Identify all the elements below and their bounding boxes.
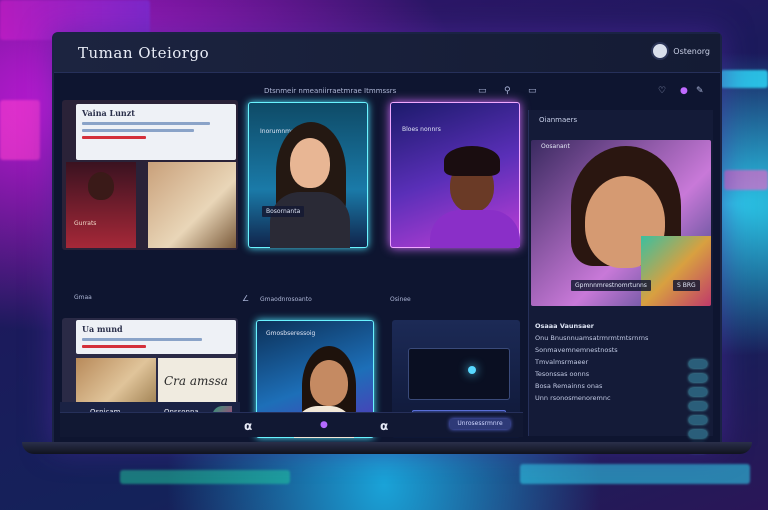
name-tag: Bosornanta xyxy=(262,206,305,217)
toolbar-text: Dtsnmeir nmeaniirraetmrae Itmmssrs xyxy=(264,87,397,95)
laptop-screen: Tuman Oteiorgo Ostenorg Dtsnmeir nmeanii… xyxy=(52,32,722,452)
toggle-icon[interactable] xyxy=(689,416,707,424)
thumbnail xyxy=(66,162,136,248)
video-tag: S BRG xyxy=(673,280,700,291)
dot-icon[interactable]: ● xyxy=(680,86,688,96)
tile-caption: Bloes nonnrs xyxy=(402,126,441,133)
note-item[interactable]: Tmvalmsrmaeer xyxy=(535,358,705,366)
background-glow xyxy=(520,464,750,484)
background-glow xyxy=(0,100,40,160)
image-card xyxy=(148,162,236,248)
tile-caption: Gmosbseressoig xyxy=(266,330,316,337)
tile-document-1[interactable]: Vaina Lunzt Gurrats xyxy=(62,100,238,250)
layout-icon[interactable]: ▭ xyxy=(478,86,487,96)
control-bar: ⍺ ● ⍺ Unrosessrmnre xyxy=(60,412,523,437)
brand-icon[interactable]: ⍺ xyxy=(244,419,252,433)
note-item[interactable]: Onu Bnusnnuamsatrmrmtmtsrnrns xyxy=(535,334,705,342)
video-caption: Gpmnnmrestnomrtunns xyxy=(571,280,651,291)
user-chip[interactable]: Ostenorg xyxy=(651,42,710,60)
panel-heading: Oianmaers xyxy=(539,116,578,124)
section-label: Osinee xyxy=(390,296,411,303)
brand-icon[interactable]: ⍺ xyxy=(380,419,388,433)
device-light xyxy=(468,366,476,374)
face xyxy=(88,172,114,200)
pen-icon[interactable]: ✎ xyxy=(696,86,704,96)
toggle-icon[interactable] xyxy=(689,402,707,410)
laptop-base xyxy=(22,442,752,454)
document-card: Ua mund xyxy=(76,320,236,354)
heart-icon[interactable]: ♡ xyxy=(658,86,666,96)
right-panel: Oianmaers Oosanant Gpmnnmrestnomrtunns S… xyxy=(528,110,713,452)
body xyxy=(430,210,520,248)
action-pill[interactable]: Unrosessrmnre xyxy=(450,419,510,429)
hair xyxy=(444,146,500,176)
notes-list: Osaaa Vaunsaer Onu Bnusnnuamsatrmrmtmtsr… xyxy=(535,322,705,406)
video-grid: Vaina Lunzt Gurrats Inorumnms Bosornanta… xyxy=(60,98,523,438)
featured-video[interactable]: Oosanant Gpmnnmrestnomrtunns S BRG xyxy=(531,140,711,306)
app-title: Tuman Oteiorgo xyxy=(78,44,210,62)
tile-video-1[interactable]: Inorumnms Bosornanta xyxy=(248,102,368,248)
section-label: Gmaa xyxy=(74,294,92,301)
note-item[interactable]: Sonmavemnemnestnosts xyxy=(535,346,705,354)
edit-icon[interactable]: ∠ xyxy=(242,294,249,303)
title-bar: Tuman Oteiorgo Ostenorg xyxy=(54,34,720,73)
document-line xyxy=(82,345,146,348)
face xyxy=(290,138,330,188)
document-card: Vaina Lunzt xyxy=(76,104,236,160)
notes-heading: Osaaa Vaunsaer xyxy=(535,322,595,330)
document-line xyxy=(82,129,194,132)
note-item[interactable]: Unn rsonosmenoremnc xyxy=(535,394,705,402)
pin-icon[interactable]: ⚲ xyxy=(504,86,511,96)
user-name: Ostenorg xyxy=(673,46,710,56)
background-glow xyxy=(720,70,768,88)
document-line xyxy=(82,338,202,341)
side-icons xyxy=(689,360,707,452)
scarf xyxy=(641,236,711,306)
body xyxy=(270,192,350,248)
background-glow xyxy=(120,470,290,484)
toggle-icon[interactable] xyxy=(689,360,707,368)
document-line xyxy=(82,136,146,139)
section-label: Gmaodnrosoanto xyxy=(260,296,312,303)
video-subtitle: Oosanant xyxy=(541,143,570,150)
avatar xyxy=(651,42,670,60)
note-text: Cra amssa xyxy=(164,374,228,388)
toggle-icon[interactable] xyxy=(689,388,707,396)
document-line xyxy=(82,122,210,125)
tile-video-2[interactable]: Bloes nonnrs xyxy=(390,102,520,248)
document-title: Ua mund xyxy=(82,324,123,334)
face xyxy=(310,360,348,406)
note-item[interactable]: Bosa Remainns onas xyxy=(535,382,705,390)
screen-icon[interactable]: ▭ xyxy=(528,86,537,96)
device-screen xyxy=(408,348,510,400)
tile-caption: Gurrats xyxy=(74,220,97,227)
background-glow xyxy=(724,170,768,190)
toggle-icon[interactable] xyxy=(689,430,707,438)
note-item[interactable]: Tesonssas oonns xyxy=(535,370,705,378)
toggle-icon[interactable] xyxy=(689,374,707,382)
record-icon[interactable]: ● xyxy=(320,420,328,430)
document-title: Vaina Lunzt xyxy=(82,108,135,118)
